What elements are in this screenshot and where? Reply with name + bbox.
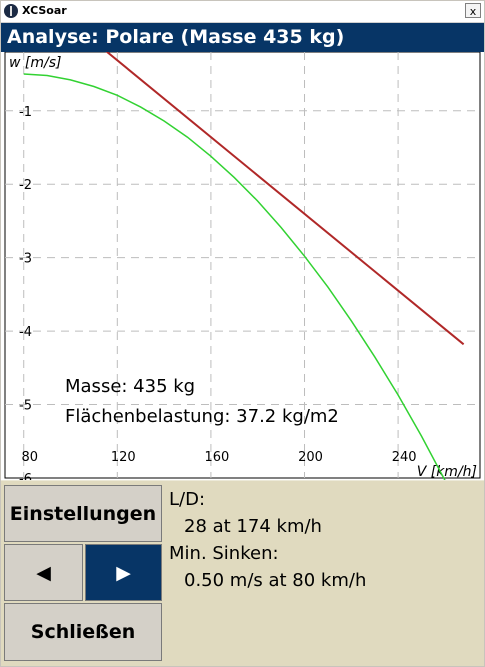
polar-chart: 80 120 160 200 240 -1 -2 -3 -4 -5 -6 w [m/s] V [km/h…	[1, 52, 484, 480]
y-tick-label: -4	[19, 325, 32, 340]
y-tick-label: -3	[19, 252, 32, 267]
close-window-button[interactable]: x	[465, 3, 481, 18]
next-button[interactable]: ▶	[85, 544, 162, 601]
x-axis-label: V [km/h]	[417, 464, 477, 480]
app-icon	[4, 4, 18, 18]
page-title: Analyse: Polare (Masse 435 kg)	[7, 26, 345, 48]
x-tick-label: 120	[111, 450, 136, 465]
app-window: XCSoar x Analyse: Polare (Masse 435 kg) …	[0, 0, 485, 667]
close-button[interactable]: Schließen	[4, 603, 162, 661]
title-bar: XCSoar x	[1, 1, 484, 23]
previous-button[interactable]: ◀	[4, 544, 83, 601]
y-tick-label: -6	[19, 472, 32, 480]
x-tick-label: 200	[298, 450, 323, 465]
y-tick-label: -2	[19, 178, 32, 193]
window-title: XCSoar	[22, 4, 67, 17]
y-axis-label: w [m/s]	[9, 55, 61, 71]
ld-value: 28 at 174 km/h	[184, 516, 322, 537]
mass-annotation: Masse: 435 kg	[65, 376, 195, 397]
settings-button[interactable]: Einstellungen	[4, 485, 162, 542]
page-header: Analyse: Polare (Masse 435 kg)	[1, 23, 484, 52]
y-tick-label: -5	[19, 399, 32, 414]
polar-chart-svg: 80 120 160 200 240 -1 -2 -3 -4 -5 -6 w [m/s] V [km/h…	[4, 52, 481, 480]
min-sink-label: Min. Sinken:	[169, 543, 279, 564]
polar-info: L/D: 28 at 174 km/h Min. Sinken: 0.50 m/…	[169, 489, 366, 597]
wing-loading-annotation: Flächenbelastung: 37.2 kg/m2	[65, 406, 339, 427]
y-tick-label: -1	[19, 105, 32, 120]
x-tick-label: 160	[204, 450, 229, 465]
best-glide-line	[105, 52, 465, 346]
min-sink-value: 0.50 m/s at 80 km/h	[184, 570, 367, 591]
ld-label: L/D:	[169, 489, 206, 510]
x-tick-label: 80	[21, 450, 38, 465]
x-tick-label: 240	[392, 450, 417, 465]
